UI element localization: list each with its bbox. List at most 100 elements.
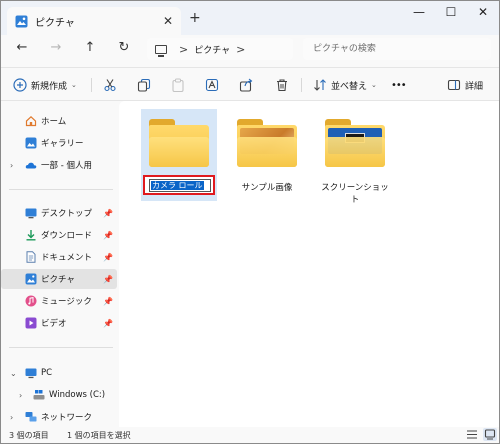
refresh-button[interactable]: ↻ [115,39,133,57]
pin-icon[interactable]: 📌 [103,253,113,262]
pin-icon[interactable]: 📌 [103,231,113,240]
chevron-down-icon[interactable]: ⌄ [10,369,17,378]
pictures-icon [15,15,28,27]
onedrive-icon [25,162,37,169]
navigation-pane: ホーム ギャラリー › 一部 - 個人用 デスクトップ 📌 ダウンロード 📌 ド… [1,101,119,427]
sidebar-item-windows-c[interactable]: › Windows (C:) [1,385,117,405]
folder-with-preview-icon [237,119,297,167]
search-input[interactable]: ピクチャの検索 [303,38,491,60]
sidebar-item-label: Windows (C:) [49,390,106,400]
plus-circle-icon [13,78,27,92]
close-button[interactable]: ✕ [471,5,495,19]
file-list: サンプル画像 スクリーンショット [119,101,499,427]
video-icon [25,317,37,329]
sidebar-item-pictures[interactable]: ピクチャ 📌 [1,269,117,289]
music-icon [25,295,37,307]
sidebar-item-onedrive[interactable]: › 一部 - 個人用 [1,155,117,175]
divider [301,78,302,92]
rename-icon [205,78,219,92]
back-button[interactable]: ← [13,39,31,57]
chevron-down-icon: ⌄ [71,81,77,89]
sidebar-item-music[interactable]: ミュージック 📌 [1,291,117,311]
sidebar-item-pc[interactable]: ⌄ PC [1,363,117,383]
sidebar-item-label: ドキュメント [41,253,93,263]
folder-item-sample-pictures[interactable]: サンプル画像 [229,109,305,201]
cut-button[interactable] [103,76,117,94]
sidebar-item-label: デスクトップ [41,209,93,219]
title-bar: ピクチャ ✕ + — ☐ ✕ [1,1,499,35]
download-icon [26,230,36,241]
share-icon [239,78,253,92]
chevron-down-icon: ⌄ [371,81,377,89]
pictures-icon [25,273,37,285]
pin-icon[interactable]: 📌 [103,275,113,284]
new-button[interactable]: 新規作成 ⌄ [13,76,77,94]
rename-input[interactable]: カメラ ロール [149,179,211,192]
delete-button[interactable] [275,76,289,94]
copy-icon [137,78,151,92]
chevron-right-icon[interactable]: › [10,413,13,422]
desktop-icon [25,208,37,219]
sidebar-item-label: ビデオ [41,319,67,329]
navigation-bar: ← → ↑ ↻ > ピクチャ > ピクチャの検索 [1,35,499,63]
pin-icon[interactable]: 📌 [103,319,113,328]
command-bar: 新規作成 ⌄ 並べ替え ⌄ ••• 詳細 [1,67,499,101]
address-bar[interactable]: > ピクチャ > [147,38,293,60]
folder-with-preview-icon [325,119,385,167]
pc-icon [25,368,37,379]
details-pane-icon [447,79,461,91]
breadcrumb-pictures[interactable]: ピクチャ [194,43,230,56]
folder-label: スクリーンショット [321,183,389,205]
folder-icon [149,119,209,167]
gallery-icon [25,137,37,149]
rename-button[interactable] [205,76,219,94]
paste-button[interactable] [171,76,185,94]
share-button[interactable] [239,76,253,94]
pc-icon [155,44,167,57]
sidebar-item-label: ギャラリー [41,139,84,149]
sidebar-item-home[interactable]: ホーム [1,111,117,131]
sidebar-item-downloads[interactable]: ダウンロード 📌 [1,225,117,245]
sidebar-item-documents[interactable]: ドキュメント 📌 [1,247,117,267]
network-icon [25,412,37,422]
large-icons-view-icon[interactable] [483,428,497,441]
sidebar-item-label: PC [41,368,53,378]
document-icon [26,251,36,263]
sidebar-item-label: 一部 - 個人用 [41,161,92,171]
pin-icon[interactable]: 📌 [103,297,113,306]
copy-button[interactable] [137,76,151,94]
chevron-right-icon[interactable]: › [10,161,13,170]
sidebar-item-desktop[interactable]: デスクトップ 📌 [1,203,117,223]
details-button-label: 詳細 [465,81,484,92]
details-view-icon[interactable] [465,428,479,441]
new-tab-button[interactable]: + [189,10,201,26]
sidebar-item-label: ホーム [41,117,67,127]
sort-button[interactable]: 並べ替え ⌄ [313,76,377,94]
trash-icon [277,79,287,92]
drive-icon [33,390,45,400]
folder-item-screenshots[interactable]: スクリーンショット [317,109,393,205]
breadcrumb-separator-icon: > [179,42,189,56]
tab-close-icon[interactable]: ✕ [163,14,173,28]
divider [9,347,113,348]
sidebar-item-label: ピクチャ [41,275,75,285]
breadcrumb-separator-icon[interactable]: > [236,43,245,56]
details-button[interactable]: 詳細 [447,76,483,94]
home-icon [25,115,37,127]
forward-button[interactable]: → [47,39,65,57]
new-button-label: 新規作成 [31,81,68,92]
pin-icon[interactable]: 📌 [103,209,113,218]
sidebar-item-videos[interactable]: ビデオ 📌 [1,313,117,333]
sidebar-item-label: ダウンロード [41,231,93,241]
tab-pictures[interactable]: ピクチャ ✕ [7,7,181,35]
minimize-button[interactable]: — [407,5,431,19]
sidebar-item-gallery[interactable]: ギャラリー [1,133,117,153]
more-options-button[interactable]: ••• [391,76,407,94]
status-bar: 3 個の項目 1 個の項目を選択 [1,427,499,443]
up-button[interactable]: ↑ [81,39,99,57]
rename-selected-text[interactable]: カメラ ロール [151,181,204,190]
cut-icon [104,79,116,92]
chevron-right-icon[interactable]: › [19,391,22,400]
sidebar-item-network[interactable]: › ネットワーク [1,407,117,427]
maximize-button[interactable]: ☐ [439,5,463,19]
